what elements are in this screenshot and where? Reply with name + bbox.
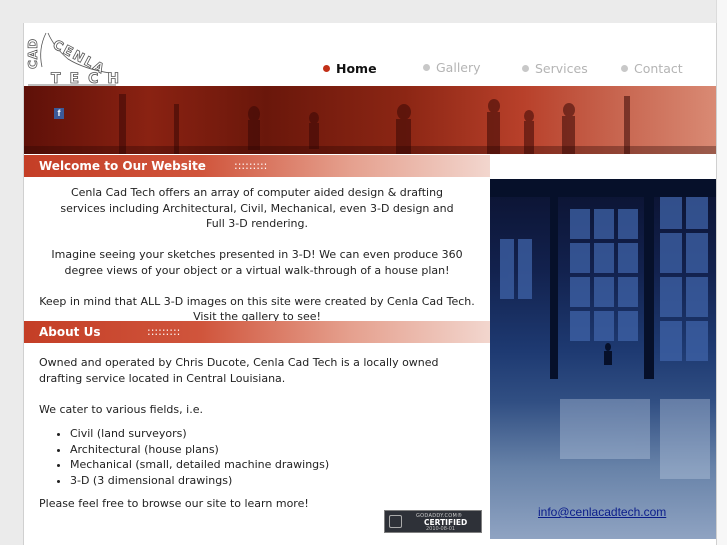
main-nav: Home Gallery Services Contact [24, 60, 716, 81]
welcome-paragraph: Keep in mind that ALL 3-D images on this… [24, 294, 490, 325]
email-link[interactable]: info@cenlacadtech.com [538, 505, 666, 519]
banner-silhouettes [24, 94, 716, 154]
decorative-dots: ::::::::: [147, 325, 181, 338]
bullet-icon [621, 65, 628, 72]
shield-icon [389, 515, 402, 528]
decorative-dots: ::::::::: [234, 159, 268, 172]
nav-item-services[interactable]: Services [522, 61, 588, 76]
about-text: Owned and operated by Chris Ducote, Cenl… [39, 355, 484, 527]
list-item: 3-D (3 dimensional drawings) [70, 473, 484, 489]
nav-item-contact[interactable]: Contact [621, 61, 683, 76]
nav-label: Gallery [436, 60, 481, 75]
bullet-icon [522, 65, 529, 72]
about-section-header: About Us ::::::::: [24, 321, 490, 343]
welcome-text: Cenla Cad Tech offers an array of comput… [24, 185, 490, 325]
facebook-icon[interactable]: f [54, 108, 64, 119]
nav-label: Services [535, 61, 588, 76]
welcome-line: Keep in mind that ALL 3-D images on this… [39, 294, 475, 308]
about-fields-intro: We cater to various fields, i.e. [39, 402, 203, 416]
about-heading: About Us [39, 325, 101, 339]
list-item: Architectural (house plans) [70, 442, 484, 458]
fields-list: Civil (land surveyors) Architectural (ho… [39, 426, 484, 488]
bullet-icon [423, 64, 430, 71]
list-item: Civil (land surveyors) [70, 426, 484, 442]
welcome-paragraph: Cenla Cad Tech offers an array of comput… [60, 186, 454, 230]
nav-item-home[interactable]: Home [323, 61, 377, 76]
about-intro: Owned and operated by Chris Ducote, Cenl… [39, 356, 439, 385]
nav-label: Contact [634, 61, 683, 76]
browser-scrollbar-track[interactable] [716, 0, 727, 545]
welcome-paragraph: Imagine seeing your sketches presented i… [51, 248, 463, 277]
page-container: CAD CENLA TECH Home Gallery Services Con… [23, 23, 717, 545]
nav-label: Home [336, 61, 377, 76]
header-banner-photo: f [24, 86, 716, 154]
welcome-heading: Welcome to Our Website [39, 159, 206, 173]
badge-line3: 2010-08-01 [426, 526, 456, 532]
list-item: Mechanical (small, detailed machine draw… [70, 457, 484, 473]
bullet-icon [323, 65, 330, 72]
lobby-windows [490, 179, 716, 479]
nav-item-gallery[interactable]: Gallery [423, 60, 481, 75]
certified-badge[interactable]: GODADDY.COM® CERTIFIED 2010-08-01 [384, 510, 482, 533]
lobby-photo: info@cenlacadtech.com [490, 179, 716, 539]
welcome-section-header: Welcome to Our Website ::::::::: [24, 155, 490, 177]
